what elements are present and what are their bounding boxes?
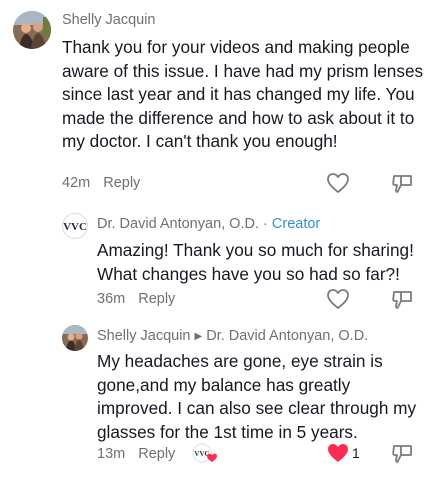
svg-text:VVC: VVC xyxy=(63,221,87,233)
author-name: Dr. David Antonyan, O.D. xyxy=(97,216,259,232)
reply-button[interactable]: Reply xyxy=(103,175,140,191)
comment-text: My headaches are gone, eye strain is gon… xyxy=(97,351,417,442)
reply-button[interactable]: Reply xyxy=(138,291,175,307)
comment-1: Shelly Jacquin Thank you for your videos… xyxy=(0,0,430,200)
creator-badge: Creator xyxy=(271,216,321,232)
comment-text: Amazing! Thank you so much for sharing! … xyxy=(97,240,414,284)
heart-filled-icon[interactable] xyxy=(326,442,350,464)
thumbs-down-icon[interactable] xyxy=(391,442,415,466)
creator-avatar-heart-badge: VVC xyxy=(192,442,218,464)
thumbs-down-icon[interactable] xyxy=(391,288,415,312)
comment-meta: 42m Reply xyxy=(62,175,140,191)
triangle-right-icon: ▶ xyxy=(194,331,203,342)
heart-outline-icon[interactable] xyxy=(326,288,350,310)
comment-2: VVC Dr. David Antonyan, O.D. · Creator A… xyxy=(0,200,430,318)
avatar-creator[interactable]: VVC xyxy=(62,213,88,239)
author-name: Shelly Jacquin xyxy=(97,328,191,344)
comment-time: 36m xyxy=(97,291,126,307)
reply-to-name: Dr. David Antonyan, O.D. xyxy=(206,328,369,344)
author-separator: · xyxy=(259,216,272,232)
like-count: 1 xyxy=(352,445,360,461)
comment-author[interactable]: Dr. David Antonyan, O.D. · Creator xyxy=(97,216,320,232)
comment-meta: 36m Reply xyxy=(97,291,175,307)
avatar-shelly[interactable] xyxy=(62,325,88,351)
comment-time: 42m xyxy=(62,175,91,191)
thumbs-down-icon[interactable] xyxy=(391,172,415,196)
comment-author[interactable]: Shelly Jacquin ▶ Dr. David Antonyan, O.D. xyxy=(97,328,368,344)
comment-author[interactable]: Shelly Jacquin xyxy=(62,12,156,28)
comment-text: Thank you for your videos and making peo… xyxy=(62,37,424,151)
reply-button[interactable]: Reply xyxy=(138,446,175,462)
comment-time: 13m xyxy=(97,446,126,462)
comment-3: Shelly Jacquin ▶ Dr. David Antonyan, O.D. … xyxy=(0,318,430,480)
avatar-shelly[interactable] xyxy=(13,11,51,49)
comment-meta: 13m Reply xyxy=(97,446,175,462)
heart-outline-icon[interactable] xyxy=(326,172,350,194)
